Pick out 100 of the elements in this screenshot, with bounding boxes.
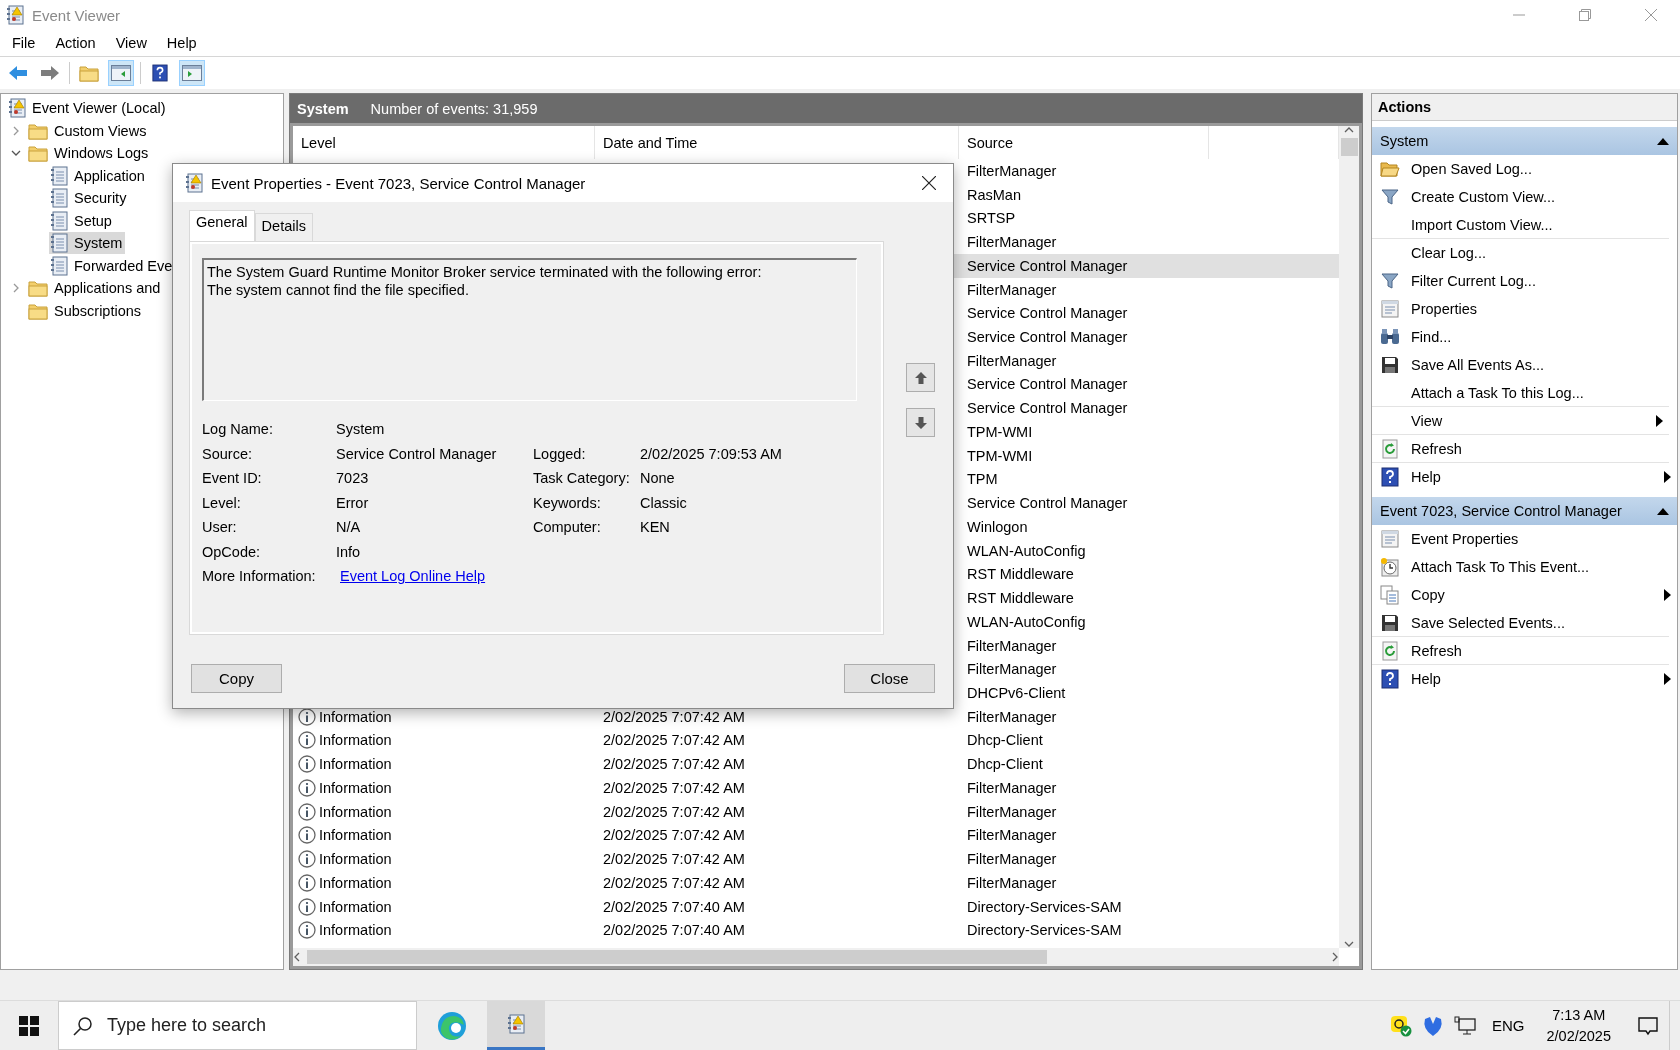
tab[interactable]: General bbox=[189, 210, 255, 241]
table-row[interactable]: Information 2/02/2025 7:07:42 AM FilterManager bbox=[293, 823, 1339, 848]
dialog-button[interactable]: Copy bbox=[191, 664, 282, 693]
table-row[interactable]: Information 2/02/2025 7:07:42 AM FilterManager bbox=[293, 776, 1339, 800]
scroll-right-icon[interactable] bbox=[1331, 952, 1339, 962]
search-field[interactable]: Type here to search bbox=[58, 1001, 417, 1050]
command-entry[interactable]: Save Selected Events... bbox=[1372, 609, 1669, 637]
filter-icon[interactable] bbox=[1381, 188, 1399, 206]
binoculars-icon[interactable] bbox=[1380, 328, 1400, 346]
column-header[interactable]: Date and Time bbox=[595, 126, 959, 159]
command-entry[interactable]: Save All Events As... bbox=[1372, 351, 1677, 379]
table-cell: Information bbox=[319, 756, 392, 773]
command-entry[interactable]: Event Properties bbox=[1372, 525, 1677, 553]
table-row[interactable]: Information 2/02/2025 7:07:42 AM Dhcp-Client bbox=[293, 728, 1339, 753]
scroll-left-icon[interactable] bbox=[293, 952, 301, 962]
save-icon[interactable] bbox=[1381, 613, 1399, 632]
open-folder-icon[interactable] bbox=[1380, 160, 1400, 178]
table-row[interactable]: Information 2/02/2025 7:07:40 AM Directory-Services-SAM bbox=[293, 918, 1339, 943]
refresh-icon[interactable] bbox=[1381, 640, 1399, 661]
command-entry[interactable]: Refresh bbox=[1372, 637, 1669, 665]
command-entry[interactable]: Attach a Task To this Log... bbox=[1372, 379, 1669, 407]
section-title: Event 7023, Service Control Manager bbox=[1380, 503, 1622, 519]
help-link[interactable]: Event Log Online Help bbox=[336, 568, 533, 585]
tree-item[interactable]: System bbox=[49, 232, 126, 255]
tree-item[interactable]: Applications and bbox=[27, 278, 164, 299]
table-cell-text: FilterManager bbox=[966, 637, 1057, 654]
log-icon bbox=[50, 210, 68, 231]
clock[interactable]: 7:13 AM 2/02/2025 bbox=[1546, 1004, 1611, 1047]
close-icon bbox=[1645, 9, 1657, 21]
command-entry[interactable]: Import Custom View... bbox=[1372, 211, 1669, 239]
section-header[interactable]: Event 7023, Service Control Manager bbox=[1372, 497, 1677, 525]
tree-item[interactable]: Subscriptions bbox=[27, 300, 145, 321]
vertical-scrollbar[interactable] bbox=[1339, 126, 1359, 948]
field-value: Service Control Manager bbox=[336, 445, 498, 462]
command-entry[interactable]: Clear Log... bbox=[1372, 239, 1677, 267]
table-cell-text: FilterManager bbox=[966, 708, 1057, 725]
command-entry[interactable]: Refresh bbox=[1372, 435, 1669, 463]
table-row[interactable]: Information 2/02/2025 7:07:42 AM FilterManager bbox=[293, 799, 1339, 824]
table-cell: Information bbox=[319, 779, 392, 796]
collapse-arrow-icon[interactable] bbox=[1657, 137, 1669, 145]
menu-item[interactable]: File bbox=[2, 32, 46, 54]
table-row[interactable]: Information 2/02/2025 7:07:42 AM FilterManager bbox=[293, 871, 1339, 895]
section-header[interactable]: System bbox=[1372, 127, 1677, 155]
next-event-button[interactable] bbox=[906, 408, 935, 437]
command-entry[interactable]: Attach Task To This Event... bbox=[1372, 553, 1677, 581]
horizontal-scrollbar[interactable] bbox=[293, 948, 1339, 966]
filter-icon[interactable] bbox=[1381, 272, 1399, 290]
help-icon[interactable] bbox=[1381, 669, 1399, 689]
help-icon[interactable] bbox=[1381, 467, 1399, 487]
column-header[interactable]: Source bbox=[959, 126, 1209, 159]
pane-title: Actions bbox=[1372, 94, 1677, 121]
show-tree-button[interactable] bbox=[108, 60, 134, 86]
menu-item[interactable]: Action bbox=[45, 32, 106, 54]
dialog-button[interactable]: Close bbox=[844, 664, 935, 693]
tree-item[interactable]: Event Viewer (Local) bbox=[7, 97, 169, 120]
table-row[interactable]: Information 2/02/2025 7:07:42 AM FilterManager bbox=[293, 704, 1339, 729]
folder-icon bbox=[28, 279, 48, 298]
submenu-arrow-icon bbox=[1656, 414, 1663, 427]
command-entry[interactable]: Properties bbox=[1372, 295, 1677, 323]
command-entry[interactable]: View bbox=[1372, 407, 1669, 435]
field-label: User: bbox=[202, 519, 238, 536]
menu-item[interactable]: Help bbox=[156, 32, 207, 54]
command-entry[interactable]: Filter Current Log... bbox=[1372, 267, 1677, 295]
menu-item[interactable]: View bbox=[105, 32, 157, 54]
tree-item[interactable]: Forwarded Eve bbox=[49, 254, 176, 277]
copy-icon[interactable] bbox=[1380, 585, 1400, 605]
column-header[interactable]: Level bbox=[293, 126, 595, 159]
network-icon[interactable] bbox=[1453, 1015, 1476, 1036]
language-indicator[interactable]: ENG bbox=[1491, 1017, 1525, 1034]
command-entry[interactable]: Find... bbox=[1372, 323, 1677, 351]
info-icon bbox=[298, 755, 316, 774]
tree-item[interactable]: Windows Logs bbox=[27, 143, 152, 164]
previous-event-button[interactable] bbox=[906, 363, 935, 392]
scroll-down-icon[interactable] bbox=[1344, 940, 1354, 948]
clock-icon[interactable] bbox=[1380, 557, 1400, 577]
command-entry[interactable]: Help bbox=[1372, 463, 1677, 491]
table-row[interactable]: Information 2/02/2025 7:07:42 AM FilterManager bbox=[293, 847, 1339, 872]
tree-item[interactable]: Security bbox=[49, 187, 130, 210]
scroll-thumb[interactable] bbox=[1340, 138, 1358, 156]
table-row[interactable]: Information 2/02/2025 7:07:40 AM Directory-Services-SAM bbox=[293, 894, 1339, 919]
command-entry[interactable]: Help bbox=[1372, 665, 1677, 693]
field-value: Info bbox=[336, 543, 362, 560]
taskbar-app[interactable] bbox=[487, 1001, 545, 1050]
refresh-icon[interactable] bbox=[1381, 438, 1399, 459]
save-icon[interactable] bbox=[1381, 356, 1399, 374]
table-row[interactable]: Information 2/02/2025 7:07:42 AM Dhcp-Client bbox=[293, 752, 1339, 777]
scroll-thumb[interactable] bbox=[307, 950, 1047, 964]
tree-item[interactable]: Application bbox=[49, 164, 148, 187]
notification-icon[interactable] bbox=[1637, 1014, 1659, 1037]
collapse-arrow-icon[interactable] bbox=[1657, 507, 1669, 515]
scroll-up-icon[interactable] bbox=[1344, 126, 1354, 134]
tree-item[interactable]: Custom Views bbox=[27, 120, 150, 141]
show-actions-button[interactable] bbox=[179, 60, 205, 86]
table-cell-text: 2/02/2025 7:07:40 AM bbox=[602, 922, 745, 939]
command-entry[interactable]: Create Custom View... bbox=[1372, 183, 1677, 211]
tree-item[interactable]: Setup bbox=[49, 209, 115, 232]
security-icon[interactable] bbox=[1389, 1014, 1412, 1037]
command-entry[interactable]: Open Saved Log... bbox=[1372, 155, 1677, 183]
command-entry[interactable]: Copy bbox=[1372, 581, 1677, 609]
tab[interactable]: Details bbox=[254, 213, 313, 241]
